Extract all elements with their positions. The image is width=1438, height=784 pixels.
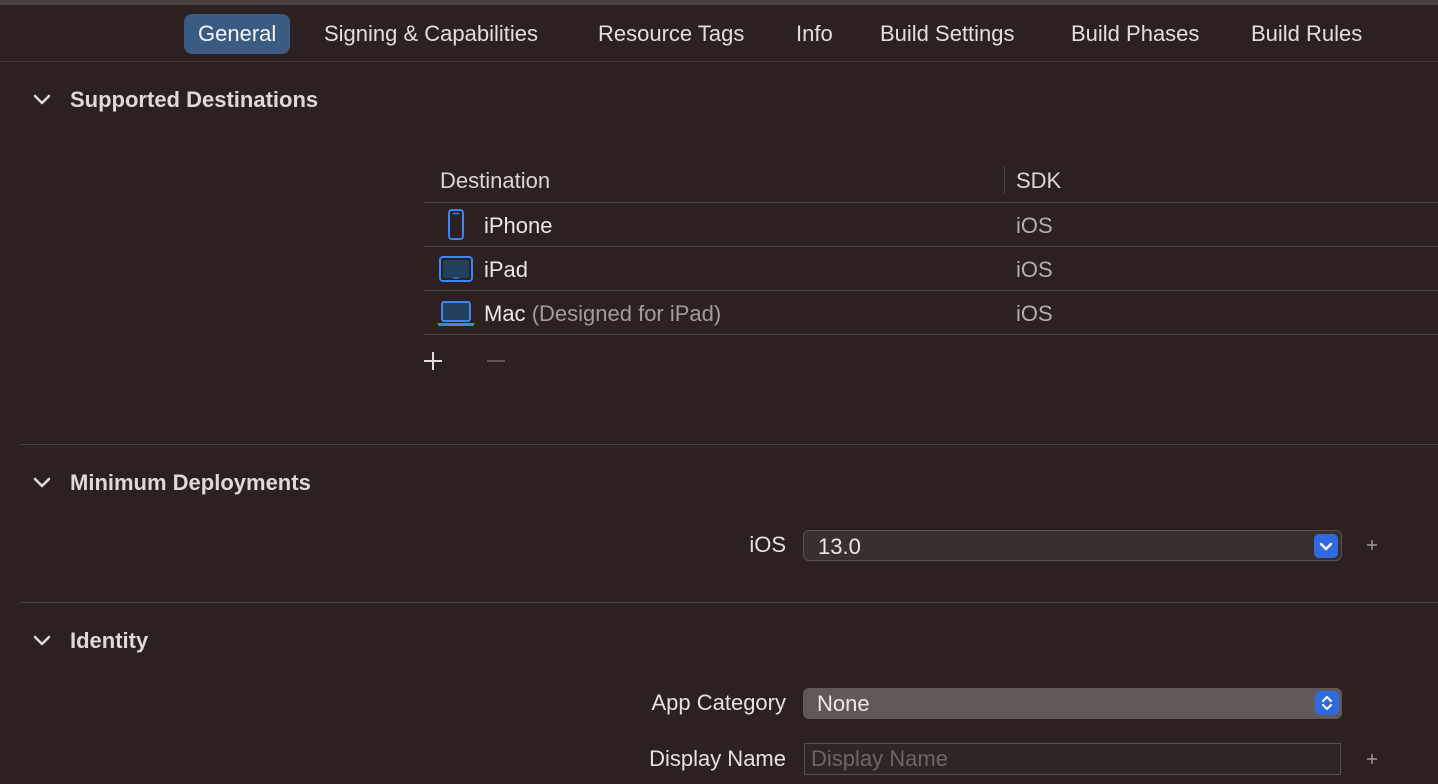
tab-resource-tags[interactable]: Resource Tags <box>584 14 758 54</box>
destination-sdk: iOS <box>1016 213 1053 238</box>
tab-build-phases[interactable]: Build Phases <box>1057 14 1213 54</box>
section-title: Minimum Deployments <box>70 470 311 495</box>
section-divider <box>20 602 1438 603</box>
destination-name: iPad <box>484 257 529 282</box>
chevron-down-icon[interactable] <box>30 468 54 498</box>
table-row[interactable]: Mac (Designed for iPad) iOS <box>424 291 1438 335</box>
column-header-destination[interactable]: Destination <box>440 168 550 194</box>
add-deployment-button[interactable] <box>1365 538 1379 552</box>
destinations-table: Destination SDK iPhone iOS iPad iOS Mac … <box>424 158 1438 335</box>
section-title: Identity <box>70 628 149 653</box>
table-row[interactable]: iPad iOS <box>424 247 1438 291</box>
section-divider <box>20 444 1438 445</box>
tab-build-rules[interactable]: Build Rules <box>1237 14 1376 54</box>
ipad-icon <box>439 256 473 282</box>
column-divider <box>1004 166 1005 194</box>
destination-note: (Designed for iPad) <box>531 301 722 326</box>
iphone-icon <box>448 209 464 240</box>
chevron-down-icon[interactable] <box>30 85 54 115</box>
up-down-chevron-icon[interactable] <box>1315 691 1339 715</box>
destination-name: iPhone <box>484 213 553 238</box>
editor-tab-bar: General Signing & Capabilities Resource … <box>0 5 1438 62</box>
tab-signing-capabilities[interactable]: Signing & Capabilities <box>310 14 552 54</box>
display-name-label: Display Name <box>649 746 786 771</box>
ios-version-combobox[interactable]: 13.0 <box>803 530 1342 561</box>
table-header: Destination SDK <box>424 158 1438 203</box>
add-destination-button[interactable] <box>420 348 446 374</box>
mac-icon <box>437 301 475 326</box>
chevron-down-icon[interactable] <box>30 626 54 656</box>
app-category-value: None <box>817 691 870 716</box>
destination-name: Mac (Designed for iPad) <box>484 301 721 327</box>
ios-deployment-label: iOS <box>749 532 786 557</box>
ios-version-value[interactable]: 13.0 <box>818 534 861 560</box>
app-category-label: App Category <box>651 690 786 715</box>
tab-general[interactable]: General <box>184 14 291 54</box>
add-display-name-button[interactable] <box>1365 752 1379 766</box>
destination-name-text: Mac <box>484 301 526 326</box>
display-name-field[interactable] <box>804 743 1341 775</box>
app-category-popup[interactable]: None <box>803 688 1342 719</box>
column-header-sdk[interactable]: SDK <box>1016 168 1061 194</box>
tab-build-settings[interactable]: Build Settings <box>866 14 1029 54</box>
tab-info[interactable]: Info <box>782 14 847 54</box>
chevron-down-icon[interactable] <box>1314 534 1338 558</box>
table-row[interactable]: iPhone iOS <box>424 203 1438 247</box>
display-name-input[interactable] <box>805 744 1340 774</box>
section-title: Supported Destinations <box>70 87 319 112</box>
destination-sdk: iOS <box>1016 257 1053 282</box>
destination-sdk: iOS <box>1016 301 1053 326</box>
remove-destination-button[interactable] <box>484 348 508 374</box>
